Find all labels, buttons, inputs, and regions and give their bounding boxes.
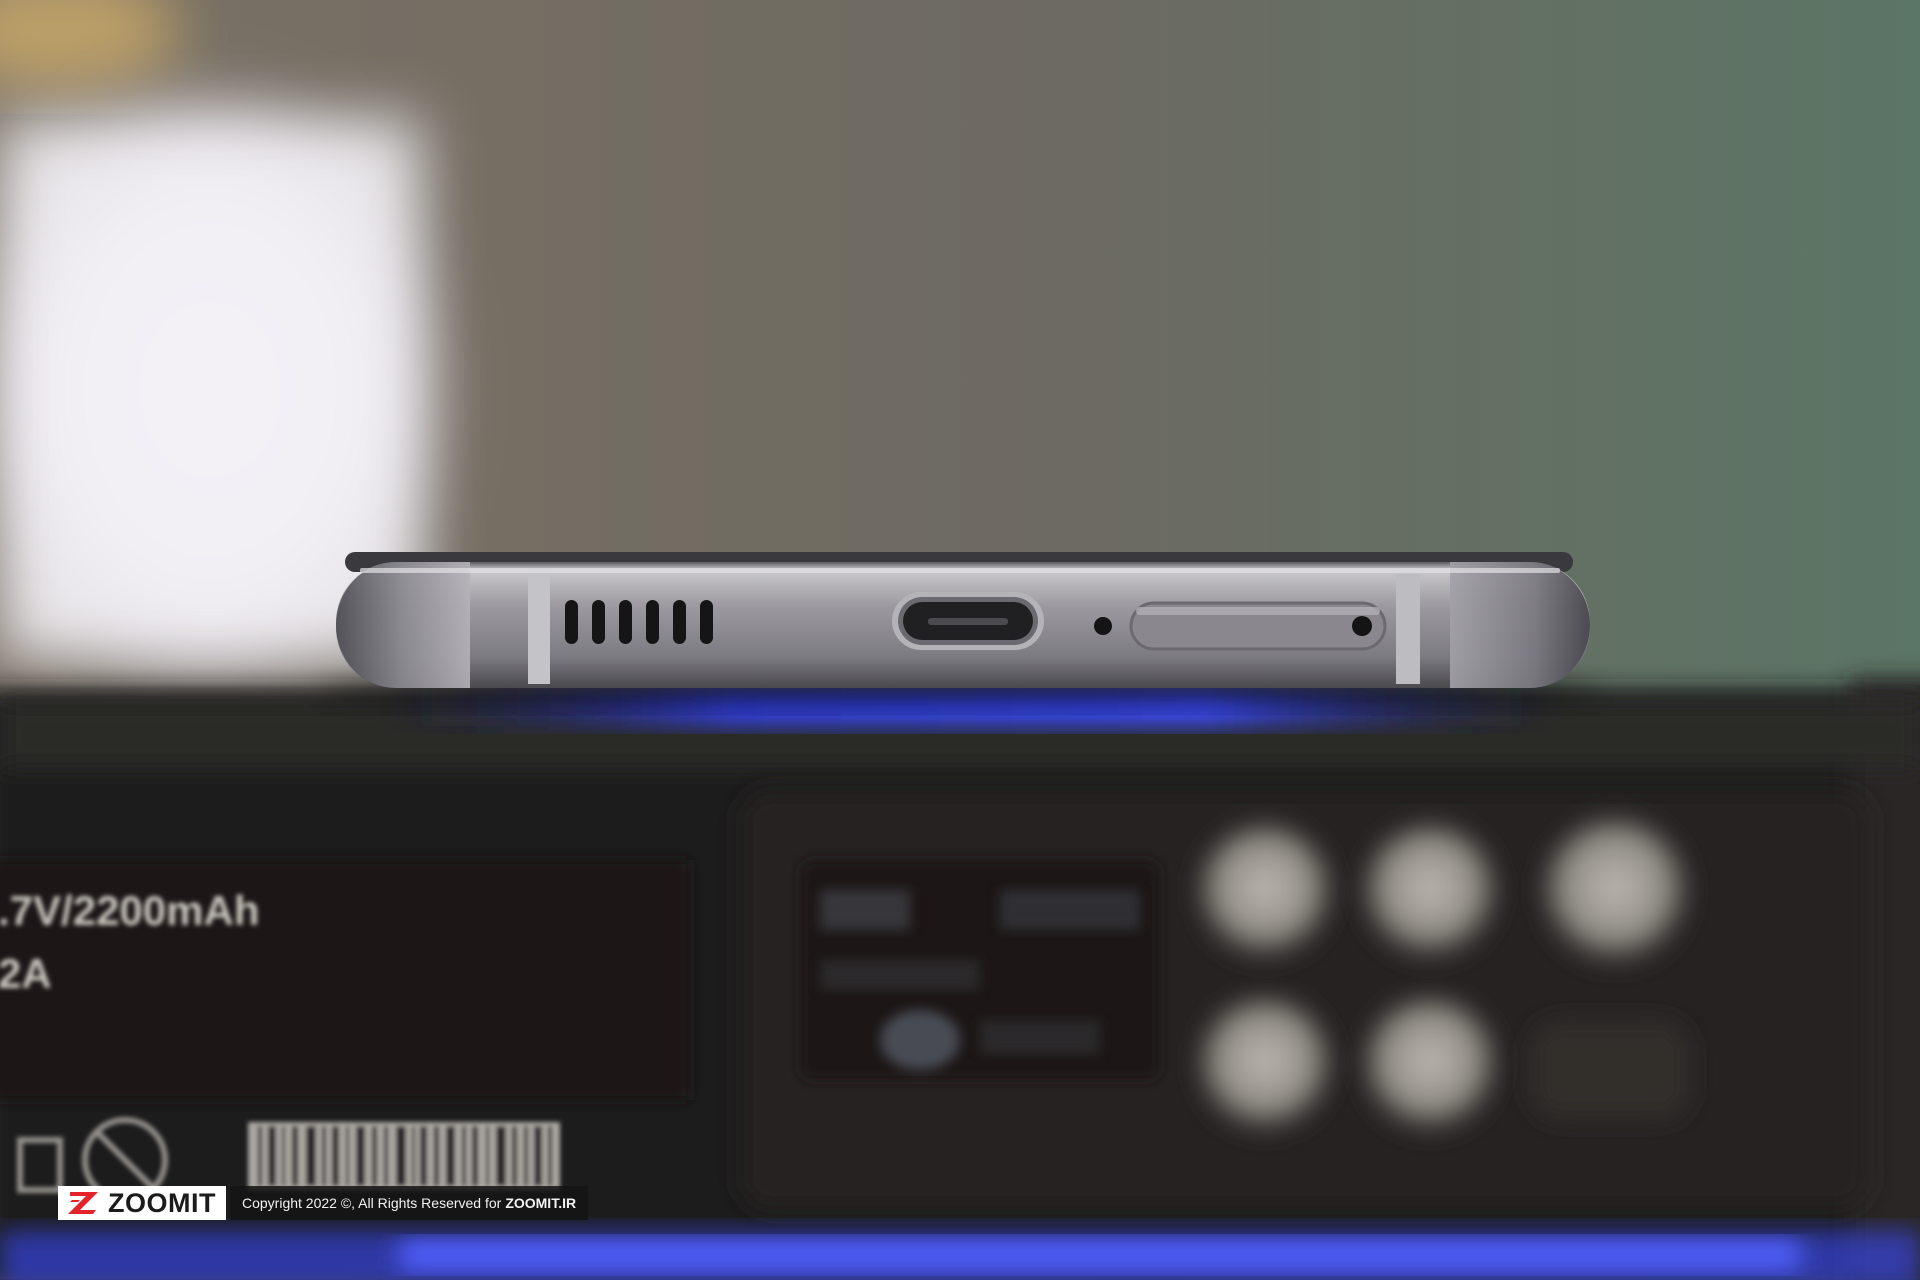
sim-tray-icon [1129, 601, 1387, 651]
copyright-text: Copyright 2022 ©, All Rights Reserved fo… [241, 1195, 502, 1211]
usb-c-port-icon [892, 592, 1044, 650]
zoomit-logo: ZOOMIT [58, 1186, 226, 1220]
zoomit-logo-text: ZOOMIT [108, 1188, 216, 1218]
phone-bottom-edge [336, 552, 1590, 688]
box-spec-line-1: .7V/2200mAh [0, 887, 259, 934]
zoomit-logo-icon [68, 1192, 98, 1214]
copyright-notice: Copyright 2022 ©, All Rights Reserved fo… [229, 1186, 589, 1220]
microphone-hole-icon [1094, 617, 1112, 635]
copyright-brand: ZOOMIT.IR [505, 1195, 577, 1211]
photo-scene: .7V/2200mAh 2A [0, 0, 1920, 1280]
box-spec-line-2: 2A [0, 950, 52, 997]
zoomit-watermark: ZOOMIT Copyright 2022 ©, All Rights Rese… [58, 1186, 589, 1220]
